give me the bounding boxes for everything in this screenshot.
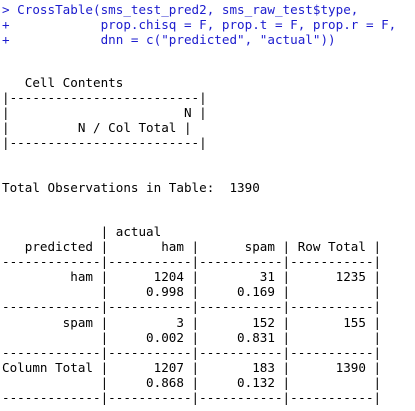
table-row-ham-proportions: | 0.998 | 0.169 | | <box>2 284 382 299</box>
cell-contents-box-bottom: |-------------------------| <box>2 135 207 150</box>
cell-contents-box-n: | N | <box>2 105 207 120</box>
table-header-actual: | actual <box>2 224 162 239</box>
table-row-spam-counts: spam | 3 | 152 | 155 | <box>2 315 382 330</box>
total-observations: Total Observations in Table: 1390 <box>2 180 260 195</box>
table-rule: -------------|-----------|-----------|--… <box>2 254 382 269</box>
command-line-2: + prop.chisq = F, prop.t = F, prop.r = F… <box>2 17 397 32</box>
table-rule: -------------|-----------|-----------|--… <box>2 299 382 314</box>
table-rule: -------------|-----------|-----------|--… <box>2 345 382 360</box>
command-line-3: + dnn = c("predicted", "actual")) <box>2 32 336 47</box>
table-row-column-total-counts: Column Total | 1207 | 183 | 1390 | <box>2 360 382 375</box>
command-line-1: > CrossTable(sms_test_pred2, sms_raw_tes… <box>2 2 359 17</box>
r-console-output[interactable]: > CrossTable(sms_test_pred2, sms_raw_tes… <box>2 2 413 408</box>
table-row-ham-counts: ham | 1204 | 31 | 1235 | <box>2 269 382 284</box>
table-row-column-total-proportions: | 0.868 | 0.132 | | <box>2 375 382 390</box>
cell-contents-box-top: |-------------------------| <box>2 90 207 105</box>
cell-contents-title: Cell Contents <box>2 75 124 90</box>
table-row-spam-proportions: | 0.002 | 0.831 | | <box>2 330 382 345</box>
table-header-columns: predicted | ham | spam | Row Total | <box>2 239 382 254</box>
table-rule: -------------|-----------|-----------|--… <box>2 390 382 405</box>
cell-contents-box-col-total: | N / Col Total | <box>2 120 192 135</box>
